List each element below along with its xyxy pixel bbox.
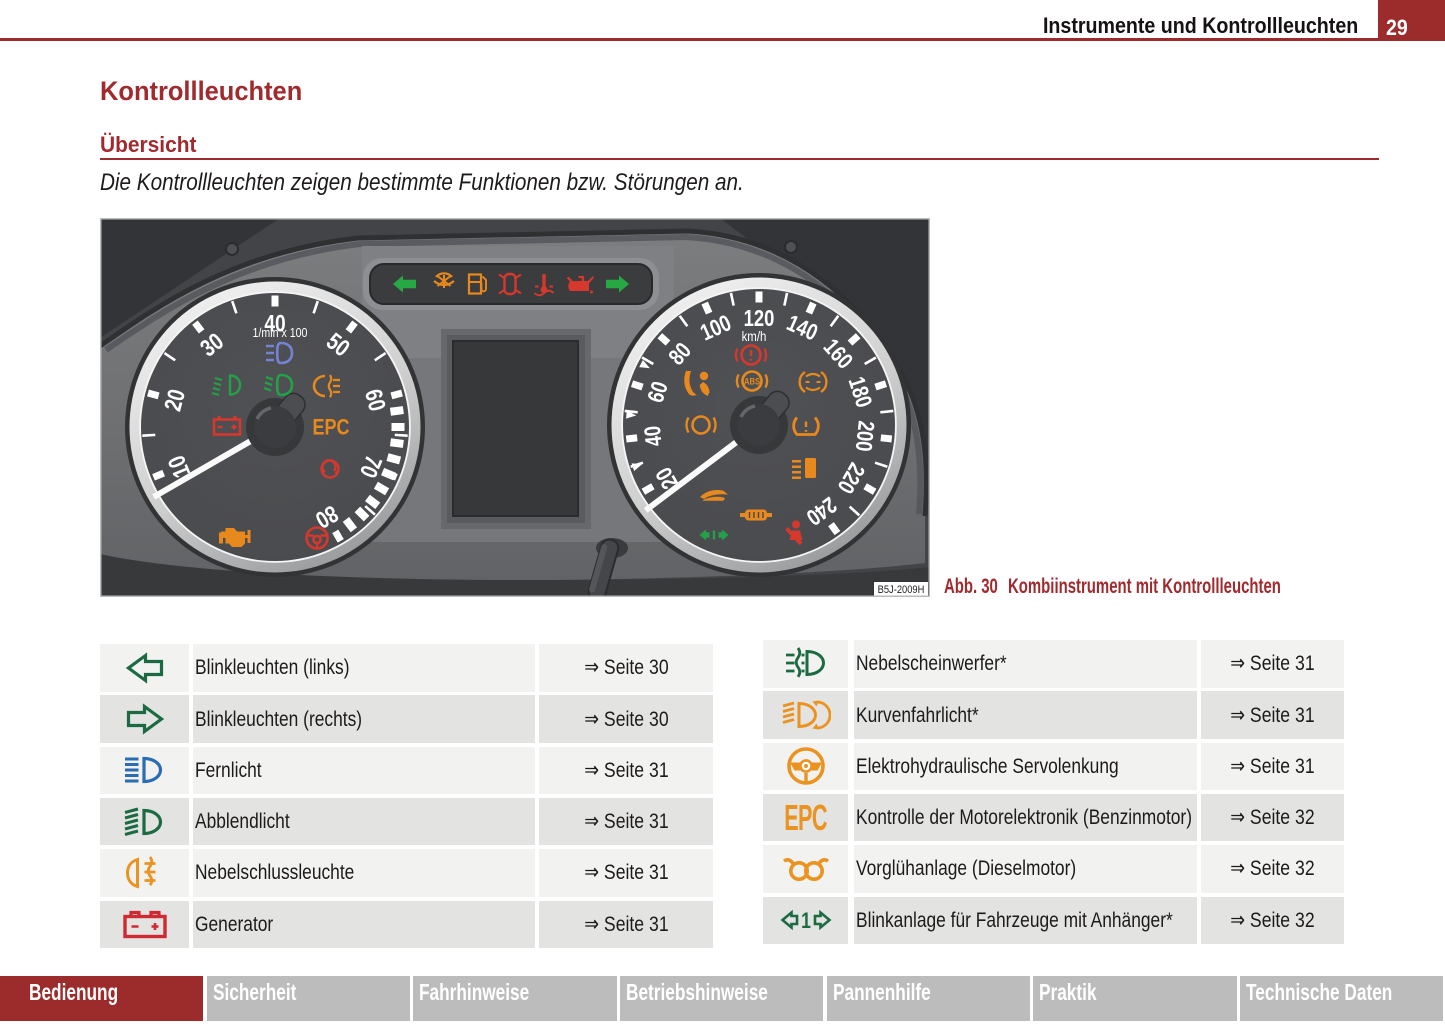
svg-text:km/h: km/h: [742, 329, 767, 344]
svg-text:200: 200: [850, 420, 878, 453]
svg-text:EPC: EPC: [312, 416, 349, 440]
svg-text:120: 120: [744, 306, 775, 331]
svg-text:1: 1: [801, 910, 811, 934]
svg-text:B5J-2009H: B5J-2009H: [878, 584, 925, 596]
svg-text:1/min x 100: 1/min x 100: [253, 326, 308, 340]
svg-text:40: 40: [640, 425, 667, 448]
svg-text:ABS: ABS: [744, 376, 760, 387]
